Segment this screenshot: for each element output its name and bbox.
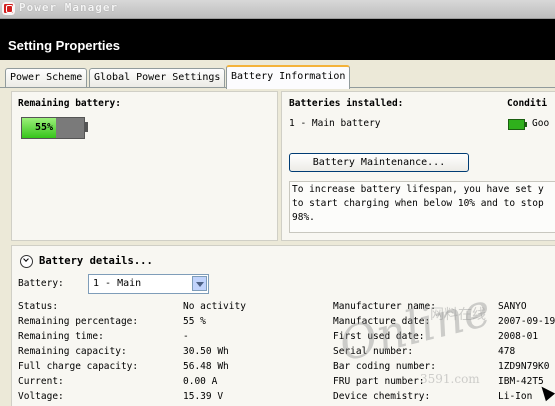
condition-value: Goo (532, 118, 550, 129)
battery-select-label: Battery: (18, 278, 64, 289)
detail-value-serial-number: 478 (498, 346, 516, 357)
battery-maintenance-button[interactable]: Battery Maintenance... (289, 153, 469, 172)
detail-value-full-charge-capacity: 56.48 Wh (183, 361, 229, 372)
detail-label-voltage: Voltage: (18, 391, 64, 402)
condition-label: Conditi (507, 98, 548, 109)
detail-label-remaining-capacity: Remaining capacity: (18, 346, 127, 357)
collapse-chevron-icon[interactable] (20, 255, 33, 268)
detail-value-status: No activity (183, 301, 246, 312)
detail-value-fru-part-number: IBM-42T5 (498, 376, 544, 387)
battery-good-icon (508, 119, 527, 130)
page-header: Setting Properties (0, 19, 555, 60)
page-title: Setting Properties (8, 38, 120, 53)
detail-value-remaining-capacity: 30.50 Wh (183, 346, 229, 357)
info-line-1: To increase battery lifespan, you have s… (292, 184, 544, 195)
tab-power-scheme[interactable]: Power Scheme (5, 68, 88, 87)
remaining-battery-panel (11, 91, 278, 241)
info-text-box: To increase battery lifespan, you have s… (289, 181, 555, 233)
info-line-3: 98%. (292, 212, 315, 223)
detail-label-first-used-date: First used date: (333, 331, 425, 342)
detail-value-remaining-time: - (183, 331, 189, 342)
detail-label-remaining-percentage: Remaining percentage: (18, 316, 139, 327)
batteries-installed-label: Batteries installed: (289, 98, 404, 109)
detail-label-bar-coding-number: Bar coding number: (333, 361, 436, 372)
detail-label-current: Current: (18, 376, 64, 387)
detail-value-bar-coding-number: 1ZD9N79K0 (498, 361, 550, 372)
tab-strip: Power Scheme Global Power Settings Batte… (0, 60, 555, 89)
detail-label-device-chemistry: Device chemistry: (333, 391, 431, 402)
battery-gauge: 55% (21, 117, 85, 139)
window-title: Power Manager (19, 1, 119, 14)
detail-value-manufacturer-name: SANYO (498, 301, 527, 312)
detail-value-voltage: 15.39 V (183, 391, 224, 402)
tab-global-power-settings[interactable]: Global Power Settings (89, 68, 226, 87)
detail-value-manufacture-date: 2007-09-19 (498, 316, 555, 327)
remaining-battery-label: Remaining battery: (18, 98, 121, 109)
detail-label-remaining-time: Remaining time: (18, 331, 104, 342)
detail-label-full-charge-capacity: Full charge capacity: (18, 361, 139, 372)
tab-battery-information[interactable]: Battery Information (226, 65, 351, 89)
battery-gauge-tip (84, 122, 88, 132)
detail-label-serial-number: Serial number: (333, 346, 414, 357)
detail-label-manufacturer-name: Manufacturer name: (333, 301, 436, 312)
detail-value-remaining-percentage: 55 % (183, 316, 206, 327)
info-line-2: to start charging when below 10% and to … (292, 198, 544, 209)
app-icon (2, 2, 15, 15)
detail-label-fru-part-number: FRU part number: (333, 376, 425, 387)
title-bar[interactable]: Power Manager (0, 0, 555, 19)
battery-select-value: 1 - Main (93, 278, 142, 289)
battery-percent: 55% (34, 122, 54, 133)
chevron-down-icon[interactable] (192, 276, 207, 291)
detail-value-current: 0.00 A (183, 376, 218, 387)
battery-details-heading[interactable]: Battery details... (39, 255, 153, 267)
detail-label-status: Status: (18, 301, 59, 312)
detail-value-first-used-date: 2008-01 (498, 331, 539, 342)
battery-select[interactable]: 1 - Main (88, 274, 209, 294)
detail-label-manufacture-date: Manufacture date: (333, 316, 431, 327)
installed-battery-item[interactable]: 1 - Main battery (289, 118, 381, 129)
detail-value-device-chemistry: Li-Ion (498, 391, 533, 402)
